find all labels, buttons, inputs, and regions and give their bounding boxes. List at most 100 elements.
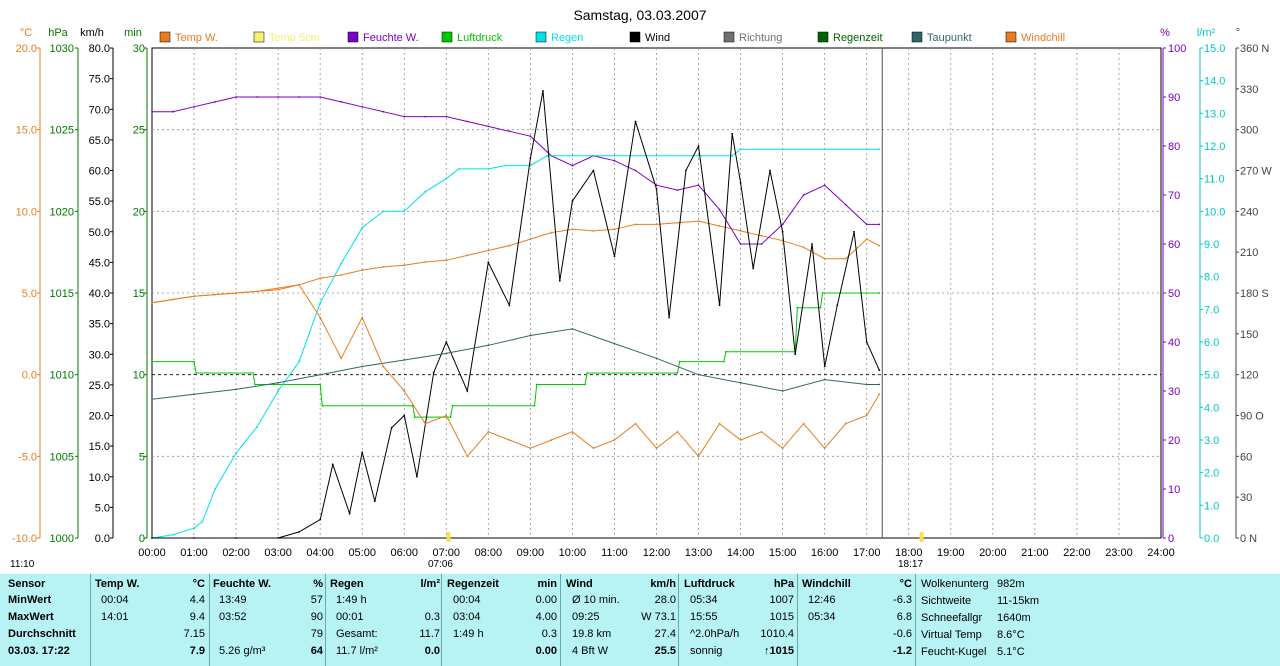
direction-axis-tick-label: 90 O	[1240, 411, 1264, 423]
series-line-regen	[151, 148, 880, 539]
rain-axis-tick-label: 9.0	[1204, 239, 1219, 251]
minutes-axis-tick-label: 25	[133, 125, 145, 137]
stats-cell-value: -0.6	[893, 628, 912, 640]
data-point	[853, 230, 855, 233]
stats-unit-raintime: min	[537, 578, 557, 590]
humidity-axis-tick-label: 40	[1168, 337, 1180, 349]
data-point	[558, 279, 561, 282]
data-point	[878, 244, 881, 247]
humidity-axis-tick-label: 50	[1168, 288, 1180, 300]
data-point	[466, 390, 469, 392]
legend-label: Luftdruck	[457, 32, 503, 44]
data-point	[487, 249, 490, 252]
data-point	[592, 447, 595, 450]
pressure-axis-tick-label: 1020	[50, 206, 74, 218]
data-point	[487, 167, 490, 170]
data-point	[878, 383, 881, 386]
wind-axis-tick-label: 55.0	[89, 196, 110, 208]
wind-axis-tick-label: 45.0	[89, 257, 110, 269]
data-point	[458, 167, 460, 170]
data-point	[571, 200, 574, 203]
data-point	[529, 157, 532, 160]
direction-axis-tick-label: 240	[1240, 206, 1258, 218]
humidity-axis-tick-label: 70	[1168, 190, 1180, 202]
stats-unit-press: hPa	[773, 578, 794, 590]
rain-axis-tick-label: 14.0	[1204, 76, 1225, 88]
wind-axis-tick-label: 15.0	[89, 441, 110, 453]
wind-axis-tick-label: 80.0	[89, 43, 110, 55]
data-point	[676, 189, 679, 192]
chart-title: Samstag, 03.03.2007	[573, 7, 706, 23]
data-point	[739, 148, 742, 151]
data-point	[508, 130, 511, 133]
data-point	[697, 184, 700, 187]
legend-swatch	[159, 31, 171, 43]
rain-axis-tick-label: 15.0	[1204, 43, 1225, 55]
data-point	[424, 422, 427, 425]
data-point	[193, 360, 195, 363]
direction-axis-tick-label: 30	[1240, 492, 1252, 504]
wind-axis-tick-label: 10.0	[89, 472, 110, 484]
x-tick-label: 12:00	[643, 547, 671, 559]
legend-swatch	[347, 31, 359, 43]
direction-axis-tick-label: 360 N	[1240, 43, 1269, 55]
data-point	[676, 430, 679, 433]
data-point	[201, 520, 204, 523]
data-point	[466, 120, 469, 123]
data-point	[878, 393, 881, 396]
data-point	[487, 344, 490, 347]
axis-unit-label: km/h	[80, 27, 104, 39]
x-tick-label: 20:00	[979, 547, 1007, 559]
column-divider	[797, 574, 798, 666]
data-point	[823, 365, 826, 368]
series-layer	[151, 89, 881, 539]
statistics-panel: Sensor MinWert MaxWert Durchschnitt 03.03. 1…	[0, 574, 1280, 666]
data-point	[571, 328, 574, 330]
data-point	[235, 292, 237, 294]
data-point	[340, 262, 343, 265]
data-point	[571, 164, 574, 167]
data-point	[256, 96, 259, 98]
data-point	[739, 181, 742, 184]
temp-axis-tick-label: -5.0	[18, 451, 37, 463]
data-point	[403, 390, 406, 392]
data-point	[382, 365, 385, 368]
x-tick-label: 22:00	[1063, 547, 1091, 559]
data-point	[508, 244, 511, 247]
now-time-label: 11:10	[10, 559, 35, 570]
x-tick-label: 09:00	[517, 547, 545, 559]
x-tick-label: 15:00	[769, 547, 797, 559]
stats-cell-value: ↑1015	[764, 645, 794, 657]
data-point	[403, 359, 406, 361]
data-point	[445, 259, 448, 262]
data-point	[529, 334, 532, 337]
data-point	[172, 533, 174, 536]
data-point	[655, 154, 658, 157]
series-line-luftdruck	[152, 292, 880, 418]
series-line-wind	[152, 90, 880, 539]
column-divider	[325, 574, 326, 666]
data-point	[676, 372, 679, 374]
temp-axis-tick-label: 15.0	[16, 125, 37, 137]
legend-label: Wind	[645, 32, 670, 44]
stats-cell-value: -6.3	[893, 594, 912, 606]
extra-label: Sichtweite	[921, 595, 972, 607]
data-point	[319, 316, 322, 319]
data-point	[865, 414, 868, 417]
wind-axis-tick-label: 40.0	[89, 288, 110, 300]
wind-axis-tick-label: 65.0	[89, 135, 110, 147]
data-point	[546, 154, 549, 157]
legend-label: Taupunkt	[927, 32, 972, 44]
data-point	[865, 238, 868, 241]
data-point	[529, 238, 532, 241]
data-point	[613, 228, 616, 231]
axis-unit-label: °	[1236, 27, 1240, 39]
data-point	[403, 414, 406, 417]
wind-axis-tick-label: 20.0	[89, 411, 110, 423]
data-point	[613, 342, 616, 345]
data-point	[487, 125, 490, 128]
legend-swatch	[629, 31, 641, 43]
data-point	[571, 430, 574, 433]
data-point	[193, 105, 195, 108]
stats-cell-value: 1007	[769, 594, 794, 606]
